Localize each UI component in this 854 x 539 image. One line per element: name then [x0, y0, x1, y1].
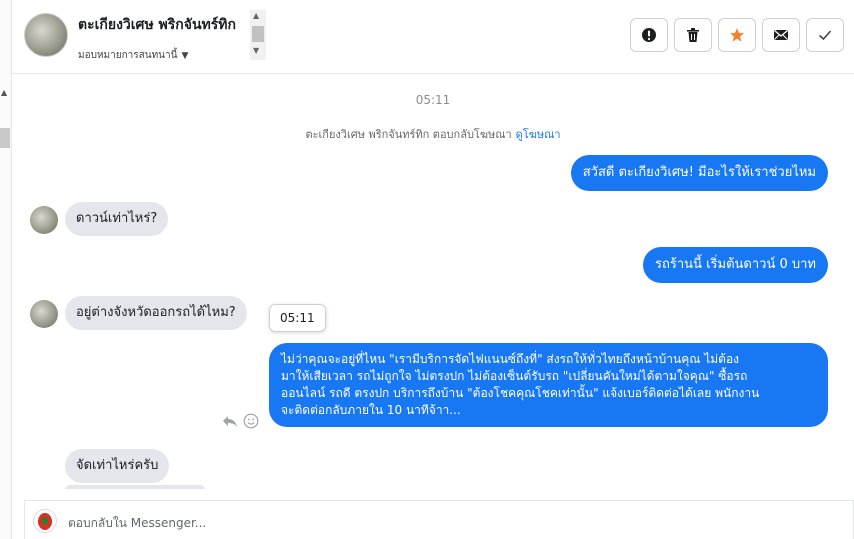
ad-reply-text: ตะเกียงวิเศษ พริกจันทร์ทิก ตอบกลับโฆษณา: [305, 128, 512, 141]
incoming-message[interactable]: อยู่ต่างจังหวัดออกรถได้ไหม?: [65, 296, 247, 330]
messenger-window: ▲ ตะเกียงวิเศษ พริกจันทร์ทิก มอบหมายการส…: [0, 0, 854, 539]
ad-reply-notice: ตะเกียงวิเศษ พริกจันทร์ทิก ตอบกลับโฆษณา ด…: [12, 125, 854, 143]
incoming-message-partial: [65, 485, 205, 489]
mark-unread-button[interactable]: [762, 18, 800, 52]
scroll-up-icon[interactable]: ▲: [253, 11, 259, 20]
message-line: มาให้เสียเวลา รถไม่ถูกใจ ไม่ตรงปก ไม่ต้อ…: [281, 369, 748, 383]
name-scrollbar-thumb[interactable]: [252, 26, 264, 42]
view-ad-link[interactable]: ดูโฆษณา: [516, 128, 561, 141]
reply-icon[interactable]: [222, 413, 238, 429]
reply-input[interactable]: ตอบกลับใน Messenger...: [68, 514, 206, 533]
contact-name[interactable]: ตะเกียงวิเศษ พริกจันทร์ทิก: [78, 14, 268, 36]
header-actions: [630, 18, 844, 52]
outgoing-message[interactable]: สวัสดี ตะเกียงวิเศษ! มีอะไรให้เราช่วยไหม: [570, 155, 828, 191]
scroll-up-arrow-icon[interactable]: ▲: [1, 88, 7, 97]
incoming-message[interactable]: ดาวน์เท่าไหร่?: [65, 202, 169, 236]
message-line: จะติดต่อกลับภายใน 10 นาทีจ้าา...: [281, 403, 461, 417]
contact-avatar[interactable]: [24, 13, 68, 57]
scroll-down-icon[interactable]: ▼: [253, 46, 259, 55]
contact-mini-avatar: [30, 206, 58, 234]
mark-done-button[interactable]: [806, 18, 844, 52]
message-line: ไม่ว่าคุณจะอยู่ที่ไหน "เรามีบริการจัดไฟแ…: [281, 352, 740, 366]
outgoing-long-message[interactable]: ไม่ว่าคุณจะอยู่ที่ไหน "เรามีบริการจัดไฟแ…: [269, 343, 828, 427]
left-scrollbar[interactable]: ▲: [0, 0, 12, 539]
page-avatar: [33, 509, 57, 533]
message-list[interactable]: 05:11 ตะเกียงวิเศษ พริกจันทร์ทิก ตอบกลับ…: [12, 75, 854, 489]
caret-down-icon: ▼: [181, 51, 189, 60]
assign-label: มอบหมายการสนทนานี้: [78, 50, 178, 60]
envelope-icon: [774, 30, 788, 40]
reply-composer[interactable]: ตอบกลับใน Messenger...: [24, 500, 854, 539]
message-timestamp: 05:11: [415, 93, 451, 107]
trash-icon: [687, 28, 699, 42]
exclamation-icon: [642, 28, 656, 42]
incoming-message[interactable]: จัดเท่าไหร่ครับ: [65, 449, 170, 483]
assign-conversation-dropdown[interactable]: มอบหมายการสนทนานี้ ▼: [78, 48, 268, 60]
star-button[interactable]: [718, 18, 756, 52]
check-icon: [818, 30, 832, 41]
name-scrollbar[interactable]: ▲ ▼: [250, 10, 266, 60]
outgoing-message[interactable]: รถร้านนี้ เริ่มต้นดาวน์ 0 บาท: [643, 247, 828, 283]
time-tooltip: 05:11: [269, 304, 326, 332]
contact-info: ตะเกียงวิเศษ พริกจันทร์ทิก มอบหมายการสนท…: [78, 10, 268, 60]
contact-mini-avatar: [30, 300, 58, 328]
star-icon: [730, 28, 744, 42]
delete-button[interactable]: [674, 18, 712, 52]
spam-button[interactable]: [630, 18, 668, 52]
message-line: ออนไลน์ รถดี ตรงปก บริการถึงบ้าน "ต้องโช…: [281, 386, 760, 400]
reaction-emoji-icon[interactable]: [243, 413, 259, 429]
conversation-header: ตะเกียงวิเศษ พริกจันทร์ทิก มอบหมายการสนท…: [12, 0, 854, 74]
scrollbar-thumb[interactable]: [0, 128, 10, 148]
